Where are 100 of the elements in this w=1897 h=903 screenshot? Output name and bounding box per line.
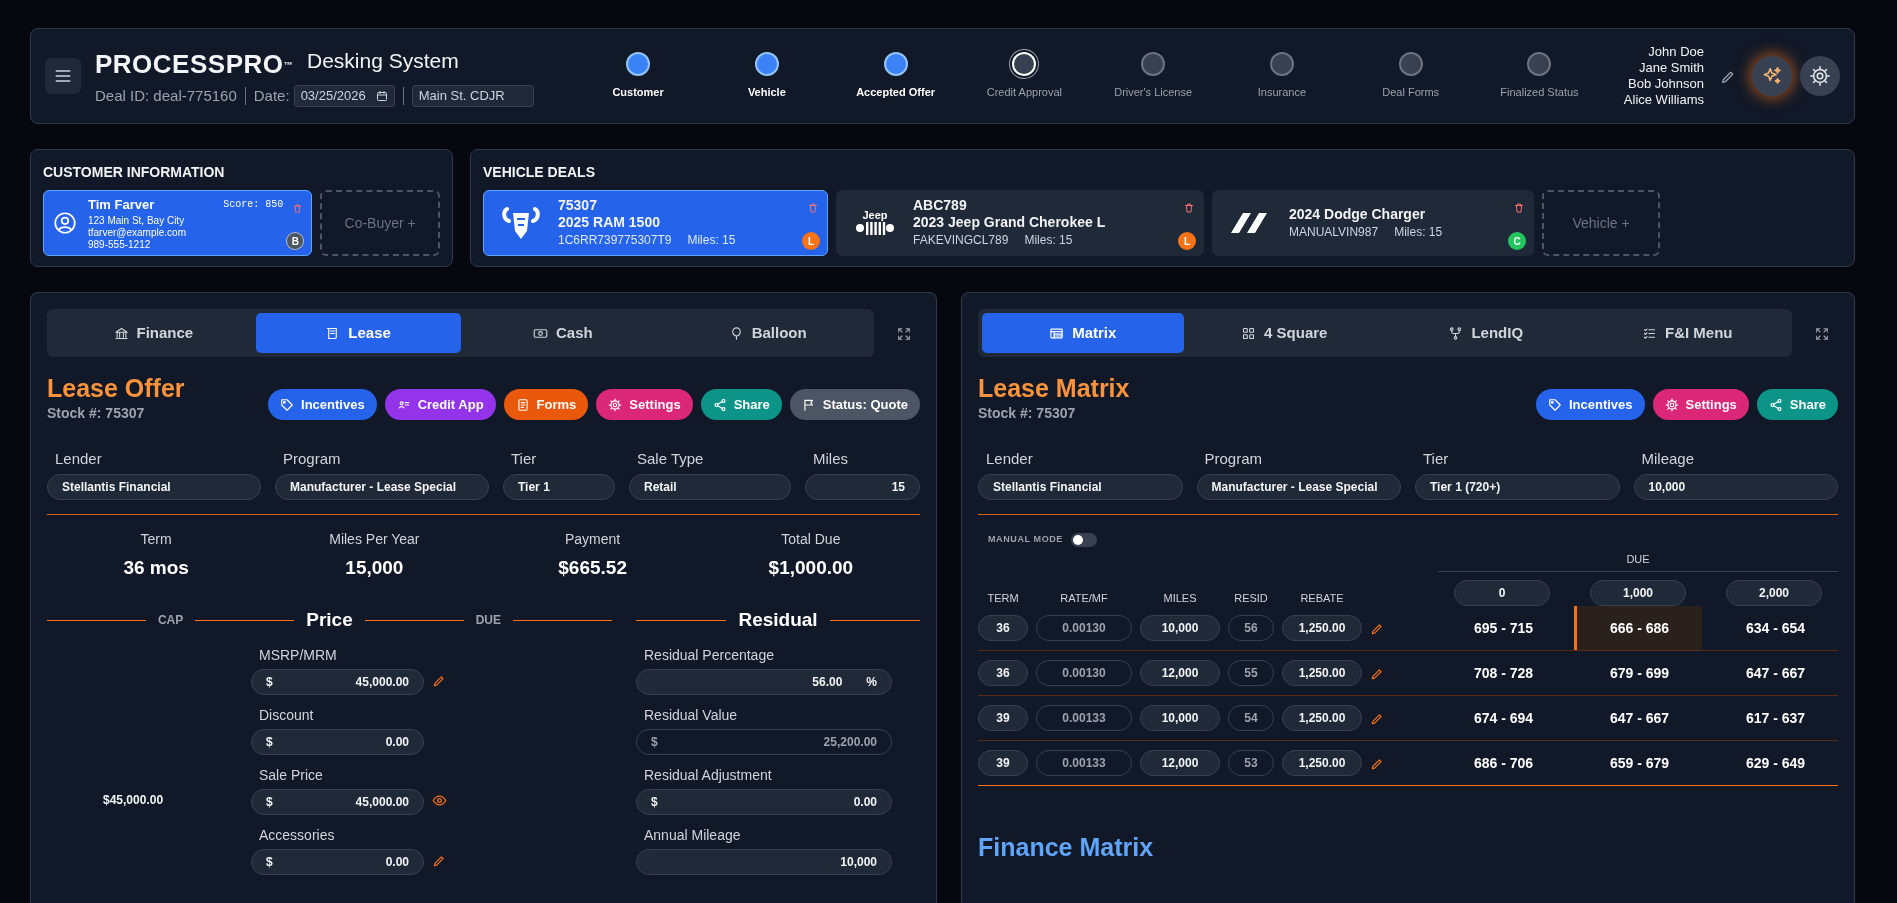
- currency-field[interactable]: $ 45,000.00: [251, 668, 424, 695]
- currency-field[interactable]: $ 0.00: [251, 848, 424, 875]
- add-vehicle-button[interactable]: Vehicle +: [1542, 190, 1660, 256]
- menu-button[interactable]: [45, 58, 81, 94]
- field-label: Lender: [985, 449, 1034, 469]
- tab[interactable]: Cash: [460, 313, 666, 353]
- matrix-field[interactable]: 36: [978, 615, 1028, 641]
- field-label: Program: [1203, 449, 1264, 469]
- offer-title: Lease Matrix: [978, 373, 1130, 403]
- tab[interactable]: F&I Menu: [1586, 313, 1788, 353]
- tab[interactable]: LendIQ: [1385, 313, 1587, 353]
- payment-cell[interactable]: 647 - 667: [1710, 651, 1838, 695]
- calendar-icon: [375, 89, 388, 102]
- payment-cell[interactable]: 617 - 637: [1710, 696, 1838, 740]
- vehicle-tile[interactable]: 75307 2025 RAM 1500 1C6RR739775307T9 Miles: 15 L: [483, 190, 828, 256]
- matrix-field[interactable]: 1,250.00: [1282, 615, 1362, 641]
- vehicle-tile[interactable]: Jeep ABC789 2023 Jeep Grand Cherokee L FAKEVINGCL789 Miles: 15 L: [836, 190, 1204, 256]
- location-field[interactable]: Main St. CDJR: [411, 84, 534, 107]
- tab[interactable]: Finance: [51, 313, 256, 353]
- due-amount-field[interactable]: 1,000: [1590, 580, 1686, 606]
- payment-cell[interactable]: 686 - 706: [1438, 741, 1566, 785]
- currency-field[interactable]: 10,000: [636, 848, 892, 875]
- currency-field[interactable]: $ 0.00: [636, 788, 892, 815]
- vehicle-tile[interactable]: 2024 Dodge Charger MANUALVIN987 Miles: 15 C: [1212, 190, 1534, 256]
- payment-cell[interactable]: 674 - 694: [1438, 696, 1566, 740]
- select-field[interactable]: Tier 1 (720+): [1415, 473, 1620, 500]
- payment-cell[interactable]: 666 - 686: [1574, 606, 1702, 650]
- field-label: Lender: [54, 449, 103, 469]
- payment-cell[interactable]: 659 - 679: [1574, 741, 1702, 785]
- payment-cell[interactable]: 708 - 728: [1438, 651, 1566, 695]
- step-circle[interactable]: [626, 51, 651, 76]
- number-field[interactable]: 15: [805, 473, 920, 500]
- settings-button[interactable]: Settings: [1652, 389, 1749, 420]
- step-circle[interactable]: [754, 51, 779, 76]
- share-button[interactable]: Share: [1756, 389, 1838, 420]
- tab[interactable]: 4 Square: [1183, 313, 1385, 353]
- currency-field[interactable]: $ 0.00: [251, 728, 424, 755]
- expand-icon: [896, 325, 912, 342]
- table-icon: [1049, 325, 1065, 341]
- field-label: Residual Percentage: [643, 645, 775, 665]
- matrix-field[interactable]: 1,250.00: [1282, 705, 1362, 731]
- tab[interactable]: Matrix: [982, 313, 1184, 353]
- incentives-button[interactable]: Incentives: [1535, 389, 1645, 420]
- select-field[interactable]: Manufacturer - Lease Special: [275, 473, 489, 500]
- matrix-field[interactable]: 10,000: [1140, 705, 1220, 731]
- pencil-icon: [1370, 666, 1384, 681]
- ram-head-icon: [502, 205, 540, 241]
- step-label: Accepted Offer: [856, 84, 936, 100]
- matrix-field[interactable]: 36: [978, 660, 1028, 686]
- field-label: Discount: [258, 705, 315, 725]
- percent-field[interactable]: 56.00 %: [636, 668, 892, 695]
- payment-cell[interactable]: 634 - 654: [1710, 606, 1838, 650]
- customer-email: tfarver@example.com: [88, 226, 186, 239]
- toggle-switch[interactable]: [1070, 532, 1097, 547]
- matrix-field[interactable]: 1,250.00: [1282, 660, 1362, 686]
- status-button[interactable]: Status: Quote: [789, 389, 920, 420]
- column-header: RATE/MF: [1059, 590, 1109, 606]
- forms-button[interactable]: Forms: [503, 389, 589, 420]
- select-field[interactable]: Stellantis Financial: [47, 473, 261, 500]
- eye-icon: [432, 793, 447, 809]
- payment-cell[interactable]: 629 - 649: [1710, 741, 1838, 785]
- tab[interactable]: Lease: [255, 313, 461, 353]
- tab[interactable]: Balloon: [665, 313, 870, 353]
- section-heading: Residual: [738, 608, 818, 632]
- settings-button[interactable]: Settings: [596, 389, 693, 420]
- share-icon: [712, 397, 727, 412]
- payment-cell[interactable]: 647 - 667: [1574, 696, 1702, 740]
- user-name: John Doe: [1647, 44, 1704, 60]
- matrix-field[interactable]: 12,000: [1140, 660, 1220, 686]
- matrix-field[interactable]: 39: [978, 750, 1028, 776]
- matrix-field[interactable]: 10,000: [1140, 615, 1220, 641]
- step-circle[interactable]: [883, 51, 908, 76]
- sparkles-icon: [1761, 65, 1783, 87]
- due-amount-field[interactable]: 0: [1454, 580, 1550, 606]
- payment-cell[interactable]: 679 - 699: [1574, 651, 1702, 695]
- share-button[interactable]: Share: [700, 389, 782, 420]
- date-field[interactable]: 03/25/2026: [293, 84, 395, 107]
- customer-tile[interactable]: Tim Farver 123 Main St, Bay City tfarver@example.com 989-555-1212 Score: 850 B: [43, 190, 313, 256]
- matrix-field[interactable]: 12,000: [1140, 750, 1220, 776]
- buyer-badge: B: [286, 232, 305, 250]
- incentives-button[interactable]: Incentives: [268, 389, 377, 420]
- stock-number: ABC789: [913, 197, 968, 214]
- add-cobuyer-button[interactable]: Co-Buyer +: [320, 190, 440, 256]
- matrix-field[interactable]: 1,250.00: [1282, 750, 1362, 776]
- due-amount-field[interactable]: 2,000: [1726, 580, 1822, 606]
- matrix-field[interactable]: 39: [978, 705, 1028, 731]
- credit-button[interactable]: Credit App: [384, 389, 496, 420]
- expand-icon: [1814, 325, 1830, 342]
- currency-field[interactable]: $ 45,000.00: [251, 788, 424, 815]
- select-field[interactable]: Retail: [629, 473, 791, 500]
- select-field[interactable]: 10,000: [1633, 473, 1838, 500]
- trash-icon: [1183, 202, 1195, 215]
- assistant-button[interactable]: [1752, 56, 1792, 96]
- customer-phone: 989-555-1212: [88, 238, 152, 251]
- payment-cell[interactable]: 695 - 715: [1438, 606, 1566, 650]
- settings-button[interactable]: [1800, 56, 1840, 96]
- select-field[interactable]: Stellantis Financial: [978, 473, 1183, 500]
- select-field[interactable]: Tier 1: [503, 473, 615, 500]
- pencil-icon: [1370, 756, 1384, 771]
- select-field[interactable]: Manufacturer - Lease Special: [1196, 473, 1401, 500]
